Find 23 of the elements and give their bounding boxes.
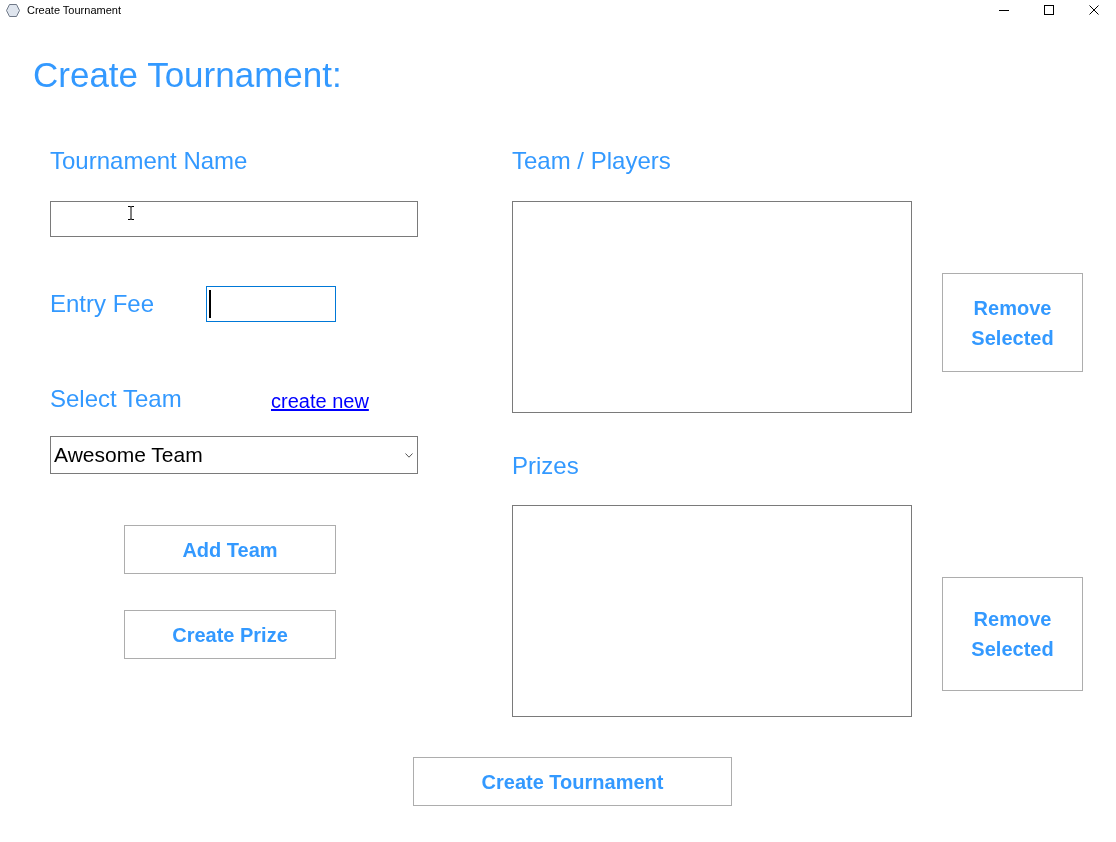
minimize-icon — [998, 9, 1009, 11]
remove-selected-button[interactable]: Remove Selected — [942, 273, 1083, 372]
add-team-button[interactable]: Add Team — [124, 525, 336, 574]
team-players-label: Team / Players — [512, 146, 672, 176]
create-tournament-button[interactable]: Create Tournament — [413, 757, 732, 806]
remove-selected-button[interactable]: Remove Selected — [942, 577, 1083, 691]
window-title: Create Tournament — [27, 3, 121, 18]
select-team-label: Select Team — [50, 384, 183, 414]
team-dropdown[interactable]: Awesome Team — [50, 436, 418, 474]
i-beam-cursor-icon — [127, 206, 135, 220]
app-icon — [6, 3, 20, 17]
prizes-label: Prizes — [512, 451, 580, 481]
tournament-name-label: Tournament Name — [50, 146, 249, 176]
entry-fee-label: Entry Fee — [50, 289, 156, 319]
entry-fee-field[interactable] — [206, 286, 336, 322]
create-prize-button[interactable]: Create Prize — [124, 610, 336, 659]
page-heading: Create Tournament: — [33, 54, 343, 96]
close-icon — [1088, 5, 1099, 15]
maximize-icon — [1043, 5, 1054, 15]
create-new-link[interactable]: create new — [271, 389, 369, 413]
tournament-name-field[interactable] — [50, 201, 418, 237]
chevron-down-icon — [405, 452, 413, 458]
text-caret-icon — [209, 290, 211, 318]
